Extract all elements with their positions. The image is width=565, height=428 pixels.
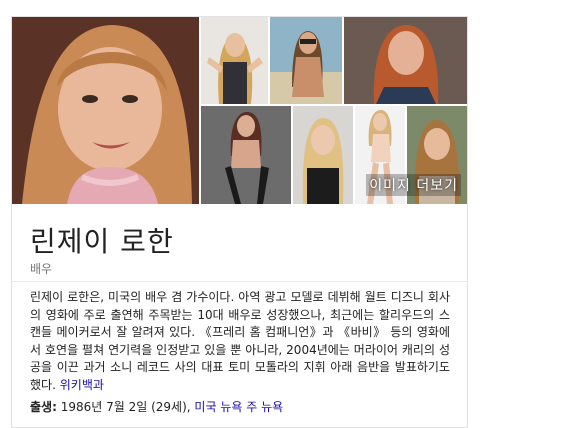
more-images-link[interactable]: 이미지 더보기 xyxy=(366,174,461,196)
entity-title: 린제이 로한 xyxy=(30,225,174,258)
photo-graphic xyxy=(201,17,268,104)
photo-graphic xyxy=(270,17,342,104)
birth-place-link[interactable]: 미국 뉴욕 주 뉴욕 xyxy=(194,400,283,414)
photo-graphic xyxy=(344,17,467,104)
photo-graphic xyxy=(293,106,353,204)
gallery-image[interactable] xyxy=(293,106,353,204)
photo-graphic xyxy=(201,106,291,204)
birth-value: 1986년 7월 2일 (29세), xyxy=(60,400,191,414)
gallery-image[interactable] xyxy=(201,106,291,204)
gallery-main-image[interactable] xyxy=(12,17,199,204)
divider xyxy=(12,281,467,282)
image-gallery: 이미지 더보기 xyxy=(12,17,467,204)
gallery-image[interactable] xyxy=(344,17,467,104)
entity-type: 배우 xyxy=(30,262,53,276)
description-text: 린제이 로한은, 미국의 배우 겸 가수이다. 아역 광고 모델로 데뷔해 월트… xyxy=(30,290,450,392)
birth-label: 출생: xyxy=(30,400,57,414)
wikipedia-link[interactable]: 위키백과 xyxy=(60,378,104,392)
knowledge-panel: 이미지 더보기 린제이 로한 배우 린제이 로한은, 미국의 배우 겸 가수이다… xyxy=(11,16,468,428)
gallery-image[interactable] xyxy=(270,17,342,104)
birth-fact: 출생: 1986년 7월 2일 (29세), 미국 뉴욕 주 뉴욕 xyxy=(30,398,283,415)
portrait-graphic xyxy=(12,17,199,204)
entity-description: 린제이 로한은, 미국의 배우 겸 가수이다. 아역 광고 모델로 데뷔해 월트… xyxy=(30,289,450,394)
gallery-image[interactable] xyxy=(201,17,268,104)
